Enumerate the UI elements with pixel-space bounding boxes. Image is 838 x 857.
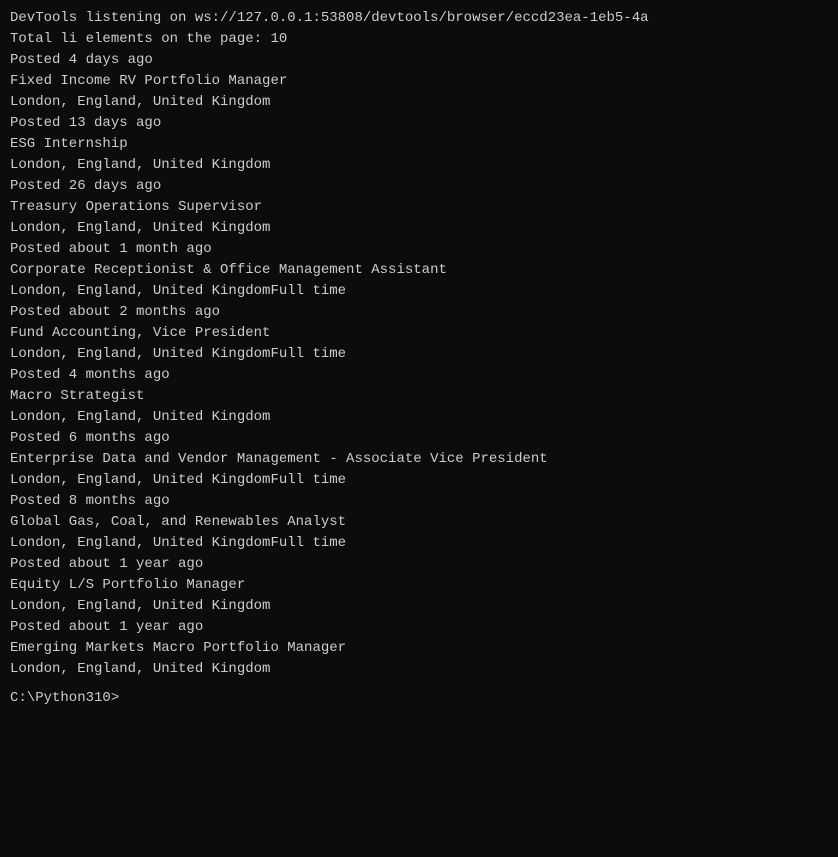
terminal-line: ESG Internship <box>10 134 828 155</box>
terminal-line: Posted 6 months ago <box>10 428 828 449</box>
terminal-line: London, England, United KingdomFull time <box>10 470 828 491</box>
terminal-output: DevTools listening on ws://127.0.0.1:538… <box>10 8 828 680</box>
terminal-line: Posted about 2 months ago <box>10 302 828 323</box>
terminal-line: London, England, United Kingdom <box>10 596 828 617</box>
terminal-line: London, England, United Kingdom <box>10 218 828 239</box>
terminal-line: Fund Accounting, Vice President <box>10 323 828 344</box>
terminal-line: London, England, United Kingdom <box>10 155 828 176</box>
terminal-line: Enterprise Data and Vendor Management - … <box>10 449 828 470</box>
terminal-line: Fixed Income RV Portfolio Manager <box>10 71 828 92</box>
terminal-line: Equity L/S Portfolio Manager <box>10 575 828 596</box>
terminal-line: Posted 4 days ago <box>10 50 828 71</box>
terminal-line: Total li elements on the page: 10 <box>10 29 828 50</box>
terminal-line: London, England, United KingdomFull time <box>10 344 828 365</box>
terminal-line: London, England, United KingdomFull time <box>10 281 828 302</box>
prompt-line: C:\Python310> <box>10 688 828 709</box>
terminal-line: London, England, United Kingdom <box>10 92 828 113</box>
terminal-line: Treasury Operations Supervisor <box>10 197 828 218</box>
terminal-line: London, England, United KingdomFull time <box>10 533 828 554</box>
terminal-line: Posted about 1 year ago <box>10 617 828 638</box>
terminal-line: Posted 8 months ago <box>10 491 828 512</box>
terminal-line: London, England, United Kingdom <box>10 407 828 428</box>
terminal-line: Emerging Markets Macro Portfolio Manager <box>10 638 828 659</box>
terminal-line: London, England, United Kingdom <box>10 659 828 680</box>
terminal-line: Macro Strategist <box>10 386 828 407</box>
terminal-line: DevTools listening on ws://127.0.0.1:538… <box>10 8 828 29</box>
terminal-line: Posted 13 days ago <box>10 113 828 134</box>
terminal-line: Posted about 1 month ago <box>10 239 828 260</box>
terminal-line: Corporate Receptionist & Office Manageme… <box>10 260 828 281</box>
terminal-line: Posted about 1 year ago <box>10 554 828 575</box>
terminal-line: Posted 26 days ago <box>10 176 828 197</box>
terminal-line: Posted 4 months ago <box>10 365 828 386</box>
terminal-line: Global Gas, Coal, and Renewables Analyst <box>10 512 828 533</box>
